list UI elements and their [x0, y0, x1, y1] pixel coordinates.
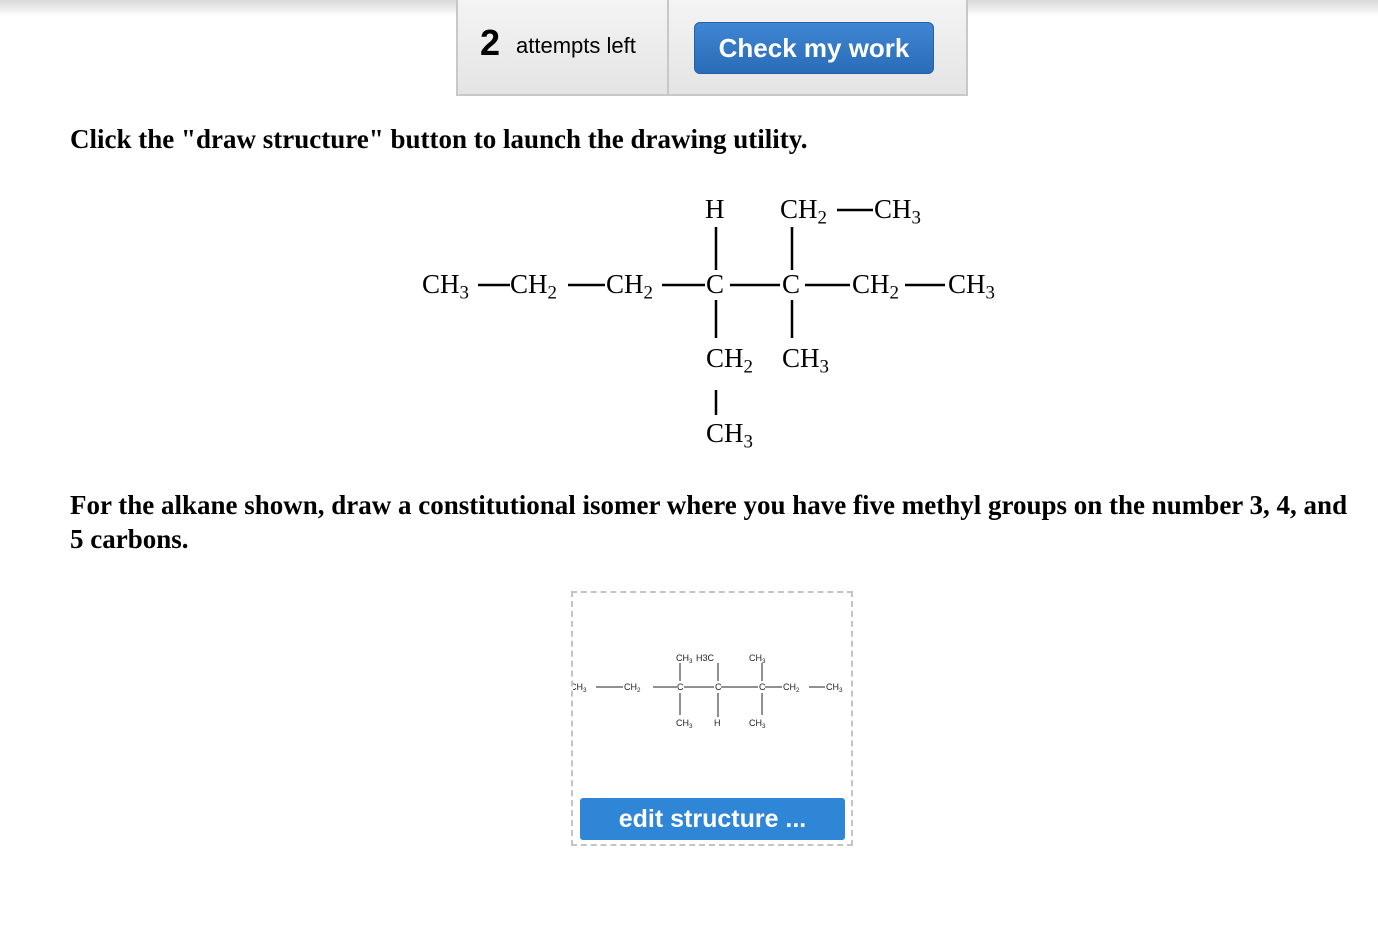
edit-structure-button[interactable]: edit structure ... — [580, 798, 845, 840]
answer-drawing-area[interactable]: CH3 CH2 C C C CH2 CH3 CH3 H3C CH3 CH3 H … — [571, 591, 853, 846]
chain-c5-label: C — [782, 269, 800, 299]
c5-top-ch3-label: CH3 — [874, 194, 921, 229]
ans-c5-top-label: CH3 — [749, 653, 766, 665]
ans-c3-label: C — [677, 682, 684, 692]
ans-c2-label: CH2 — [624, 682, 641, 694]
question-text: For the alkane shown, draw a constitutio… — [70, 490, 1348, 554]
ans-c1-label: CH3 — [573, 682, 587, 694]
c4-bottom-ch2-label: CH2 — [706, 343, 753, 378]
c5-top-ch2-label: CH2 — [780, 194, 827, 229]
attempts-label: attempts left — [516, 33, 636, 58]
check-my-work-button[interactable]: Check my work — [694, 22, 934, 74]
ans-c4-bottom-label: H — [714, 718, 721, 728]
ans-c5-label: C — [759, 682, 766, 692]
ans-c7-label: CH3 — [826, 682, 843, 694]
instructions-text: Click the "draw structure" button to lau… — [70, 124, 808, 154]
ans-c6-label: CH2 — [783, 682, 800, 694]
c4-bottom-ch3-label: CH3 — [706, 418, 753, 453]
chain-c1-label: CH3 — [422, 269, 469, 304]
ans-c3-top-label: CH3 — [676, 653, 693, 665]
c4-top-h-label: H — [705, 194, 725, 224]
c5-bottom-ch3-label: CH3 — [782, 343, 829, 378]
attempts-indicator: 2 attempts left — [458, 0, 669, 94]
ans-c4-label: C — [715, 682, 722, 692]
chain-c2-label: CH2 — [510, 269, 557, 304]
assignment-toolbar: 2 attempts left Check my work — [456, 0, 968, 96]
chain-c4-label: C — [706, 269, 724, 299]
attempts-count: 2 — [480, 22, 501, 63]
ans-c4-top-label: H3C — [696, 653, 715, 663]
chain-c3-label: CH2 — [606, 269, 653, 304]
chain-c6-label: CH2 — [852, 269, 899, 304]
ans-c3-bottom-label: CH3 — [676, 718, 693, 730]
ans-c5-bottom-label: CH3 — [749, 718, 766, 730]
chain-c7-label: CH3 — [948, 269, 995, 304]
given-alkane-structure: CH3 CH2 CH2 C C CH2 CH3 H CH2 CH3 CH2 CH… — [422, 194, 995, 453]
answer-structure-preview: CH3 CH2 C C C CH2 CH3 CH3 H3C CH3 CH3 H … — [573, 653, 843, 730]
